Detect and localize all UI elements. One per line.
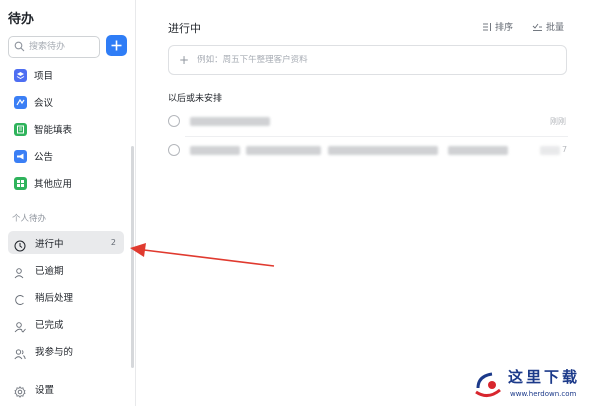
batch-check-icon: [532, 23, 542, 31]
task-meta-redacted: [540, 146, 560, 155]
sidebar-item-meeting[interactable]: 会议: [8, 91, 124, 113]
task-row[interactable]: 刚刚: [168, 108, 568, 136]
sidebar-item-label: 我参与的: [35, 346, 74, 358]
count-badge: 2: [110, 238, 116, 247]
sidebar-item-announcement[interactable]: 公告: [8, 145, 124, 167]
watermark: 这里下载 www.herdown.com: [468, 364, 600, 406]
sidebar-item-label: 稍后处理: [35, 292, 74, 304]
plus-icon: +: [179, 53, 190, 67]
sidebar-item-label: 智能填表: [34, 125, 73, 136]
sort-button[interactable]: 排序: [482, 20, 513, 33]
participants-icon: [14, 345, 26, 359]
user-done-icon: [14, 318, 26, 333]
group-label: 以后或未安排: [168, 94, 223, 104]
project-icon: [14, 68, 27, 82]
sidebar-item-label: 其他应用: [34, 179, 73, 190]
task-title-redacted: [190, 146, 240, 155]
section-label-personal: 个人待办: [12, 214, 47, 224]
task-title-redacted: [448, 146, 508, 155]
sidebar-item-label: 公告: [34, 152, 54, 163]
batch-button[interactable]: 批量: [532, 20, 564, 33]
sidebar-title: 待办: [8, 12, 35, 27]
batch-label: 批量: [546, 23, 565, 33]
search-box[interactable]: [8, 36, 100, 58]
task-time: 7: [562, 145, 568, 154]
search-input[interactable]: [29, 40, 97, 54]
task-time: 刚刚: [550, 117, 566, 126]
watermark-logo-icon: [475, 372, 501, 397]
meeting-icon: [14, 95, 27, 109]
sort-icon: [483, 22, 491, 31]
clock-icon: [14, 237, 26, 251]
sort-label: 排序: [495, 23, 514, 33]
sidebar-item-label: 进行中: [35, 238, 64, 250]
task-title-redacted: [328, 146, 438, 155]
sidebar-item-label: 已完成: [35, 319, 64, 331]
sidebar-item-later[interactable]: 稍后处理: [8, 285, 124, 308]
add-task-field[interactable]: +: [168, 45, 567, 75]
sidebar-item-overdue[interactable]: 已逾期: [8, 258, 124, 281]
plus-icon: [111, 40, 122, 51]
search-icon: [14, 41, 25, 52]
settings-label: 设置: [35, 385, 55, 396]
page-title: 进行中: [168, 22, 201, 35]
gear-icon: [14, 383, 26, 398]
sidebar-item-completed[interactable]: 已完成: [8, 312, 124, 335]
sidebar-item-other-apps[interactable]: 其他应用: [8, 172, 124, 194]
add-task-input[interactable]: [197, 55, 518, 65]
task-checkbox[interactable]: [168, 144, 180, 156]
sidebar-item-form[interactable]: 智能填表: [8, 118, 124, 140]
sidebar-item-participating[interactable]: 我参与的: [8, 339, 124, 362]
task-checkbox[interactable]: [168, 115, 180, 127]
sidebar-item-project[interactable]: 项目: [8, 64, 124, 86]
apps-grid-icon: [14, 176, 27, 190]
task-title-redacted: [246, 146, 321, 155]
task-row[interactable]: 7: [168, 137, 568, 165]
watermark-title: 这里下载: [508, 368, 581, 386]
later-icon: [14, 291, 26, 305]
task-title-redacted: [190, 117, 270, 126]
form-icon: [14, 122, 27, 136]
watermark-url: www.herdown.com: [510, 390, 577, 398]
sidebar-item-in-progress[interactable]: 进行中 2: [8, 231, 124, 254]
settings-button[interactable]: 设置: [8, 378, 124, 400]
sidebar-item-label: 已逾期: [35, 265, 64, 277]
announcement-icon: [14, 149, 27, 163]
sidebar-item-label: 会议: [34, 98, 54, 109]
sidebar-scrollbar[interactable]: [131, 146, 134, 368]
user-overdue-icon: [14, 264, 26, 278]
add-button[interactable]: [106, 35, 127, 56]
sidebar: 待办 项目 会议 智能填表 公告: [0, 0, 136, 406]
sidebar-item-label: 项目: [34, 71, 54, 82]
